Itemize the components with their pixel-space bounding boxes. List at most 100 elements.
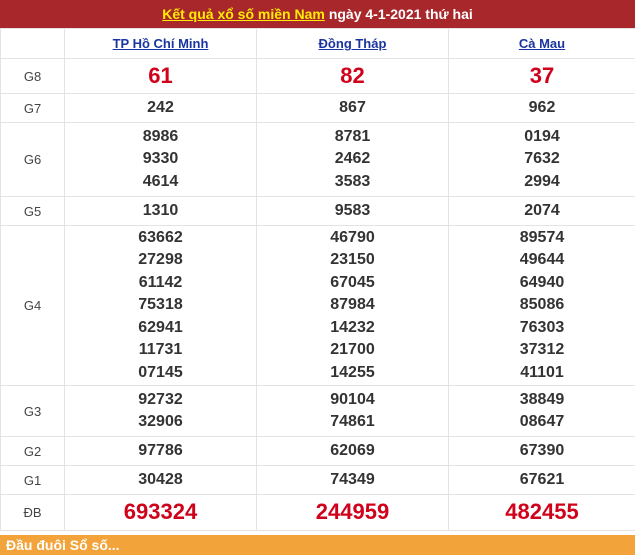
prize-cell: 97786 <box>65 437 257 466</box>
prize-number: 2074 <box>449 200 635 223</box>
prize-number: 61 <box>65 65 256 88</box>
prize-number: 62069 <box>257 440 448 463</box>
province-link-hcm[interactable]: TP Hồ Chí Minh <box>113 36 209 51</box>
prize-cell: 482455 <box>449 495 635 531</box>
prize-cell: 244959 <box>257 495 449 531</box>
prize-number: 242 <box>65 97 256 120</box>
prize-number: 67621 <box>449 469 635 492</box>
results-date: ngày 4-1-2021 thứ hai <box>329 6 473 22</box>
prize-cell: 3884908647 <box>449 386 635 437</box>
prize-cell: 63662272986114275318629411173107145 <box>65 226 257 386</box>
prize-number: 962 <box>449 97 635 120</box>
prize-cell: 693324 <box>65 495 257 531</box>
prize-number: 87984 <box>257 294 448 317</box>
prize-cell: 61 <box>65 59 257 94</box>
prize-label: G1 <box>1 466 65 495</box>
prize-row-g7: G7242867962 <box>1 94 635 123</box>
prize-number: 244959 <box>257 501 448 524</box>
prize-label: ĐB <box>1 495 65 531</box>
province-link-dong-thap[interactable]: Đồng Tháp <box>319 36 387 51</box>
prize-label: G3 <box>1 386 65 437</box>
prize-row-g5: G5131095832074 <box>1 197 635 226</box>
prize-row-g4: G463662272986114275318629411173107145467… <box>1 226 635 386</box>
prize-number: 85086 <box>449 294 635 317</box>
footer-banner: Đầu đuôi Sổ số... <box>0 535 635 555</box>
prize-cell: 1310 <box>65 197 257 226</box>
prize-number: 97786 <box>65 440 256 463</box>
prize-number: 63662 <box>65 227 256 250</box>
prize-number: 30428 <box>65 469 256 492</box>
prize-number: 27298 <box>65 249 256 272</box>
prize-number: 82 <box>257 65 448 88</box>
prize-cell: 89574496446494085086763033731241101 <box>449 226 635 386</box>
prize-number: 67045 <box>257 272 448 295</box>
prize-number: 75318 <box>65 294 256 317</box>
prize-cell: 9010474861 <box>257 386 449 437</box>
prize-cell: 242 <box>65 94 257 123</box>
prize-row-g2: G2977866206967390 <box>1 437 635 466</box>
prize-cell: 2074 <box>449 197 635 226</box>
results-title-link[interactable]: Kết quả xổ số miền Nam <box>162 6 325 22</box>
prize-cell: 82 <box>257 59 449 94</box>
prize-number: 9330 <box>65 148 256 171</box>
prize-cell: 9583 <box>257 197 449 226</box>
prize-number: 76303 <box>449 317 635 340</box>
prize-number: 32906 <box>65 411 256 434</box>
prize-number: 61142 <box>65 272 256 295</box>
province-header-row: TP Hồ Chí Minh Đồng Tháp Cà Mau <box>1 29 635 59</box>
prize-number: 11731 <box>65 339 256 362</box>
province-link-ca-mau[interactable]: Cà Mau <box>519 36 565 51</box>
prize-row-g8: G8618237 <box>1 59 635 94</box>
prize-cell: 37 <box>449 59 635 94</box>
prize-number: 64940 <box>449 272 635 295</box>
prize-number: 37 <box>449 65 635 88</box>
prize-number: 14255 <box>257 362 448 385</box>
prize-cell: 867 <box>257 94 449 123</box>
prize-number: 2994 <box>449 171 635 194</box>
prize-label: G8 <box>1 59 65 94</box>
prize-number: 62941 <box>65 317 256 340</box>
prize-number: 3583 <box>257 171 448 194</box>
corner-cell <box>1 29 65 59</box>
prize-cell: 019476322994 <box>449 123 635 197</box>
prize-number: 0194 <box>449 126 635 149</box>
prize-number: 74861 <box>257 411 448 434</box>
prize-row-db: ĐB693324244959482455 <box>1 495 635 531</box>
prize-row-g3: G3927323290690104748613884908647 <box>1 386 635 437</box>
prize-number: 67390 <box>449 440 635 463</box>
prize-number: 2462 <box>257 148 448 171</box>
prize-number: 07145 <box>65 362 256 385</box>
prize-number: 49644 <box>449 249 635 272</box>
prize-number: 92732 <box>65 389 256 412</box>
prize-number: 38849 <box>449 389 635 412</box>
prize-label: G5 <box>1 197 65 226</box>
prize-label: G4 <box>1 226 65 386</box>
prize-number: 482455 <box>449 501 635 524</box>
prize-label: G2 <box>1 437 65 466</box>
prize-number: 90104 <box>257 389 448 412</box>
prize-cell: 898693304614 <box>65 123 257 197</box>
prize-row-g6: G6898693304614878124623583019476322994 <box>1 123 635 197</box>
prize-number: 37312 <box>449 339 635 362</box>
prize-row-g1: G1304287434967621 <box>1 466 635 495</box>
prize-cell: 74349 <box>257 466 449 495</box>
prize-number: 46790 <box>257 227 448 250</box>
prize-cell: 67621 <box>449 466 635 495</box>
prize-number: 8986 <box>65 126 256 149</box>
prize-number: 23150 <box>257 249 448 272</box>
prize-number: 693324 <box>65 501 256 524</box>
prize-cell: 30428 <box>65 466 257 495</box>
prize-number: 41101 <box>449 362 635 385</box>
prize-cell: 9273232906 <box>65 386 257 437</box>
prize-number: 21700 <box>257 339 448 362</box>
prize-cell: 46790231506704587984142322170014255 <box>257 226 449 386</box>
prize-number: 08647 <box>449 411 635 434</box>
results-header: Kết quả xổ số miền Nam ngày 4-1-2021 thứ… <box>0 0 635 28</box>
prize-cell: 962 <box>449 94 635 123</box>
results-table: TP Hồ Chí Minh Đồng Tháp Cà Mau G8618237… <box>0 28 635 531</box>
prize-number: 7632 <box>449 148 635 171</box>
prize-number: 8781 <box>257 126 448 149</box>
prize-label: G7 <box>1 94 65 123</box>
prize-rows: G8618237G7242867962G68986933046148781246… <box>1 59 635 531</box>
prize-number: 14232 <box>257 317 448 340</box>
